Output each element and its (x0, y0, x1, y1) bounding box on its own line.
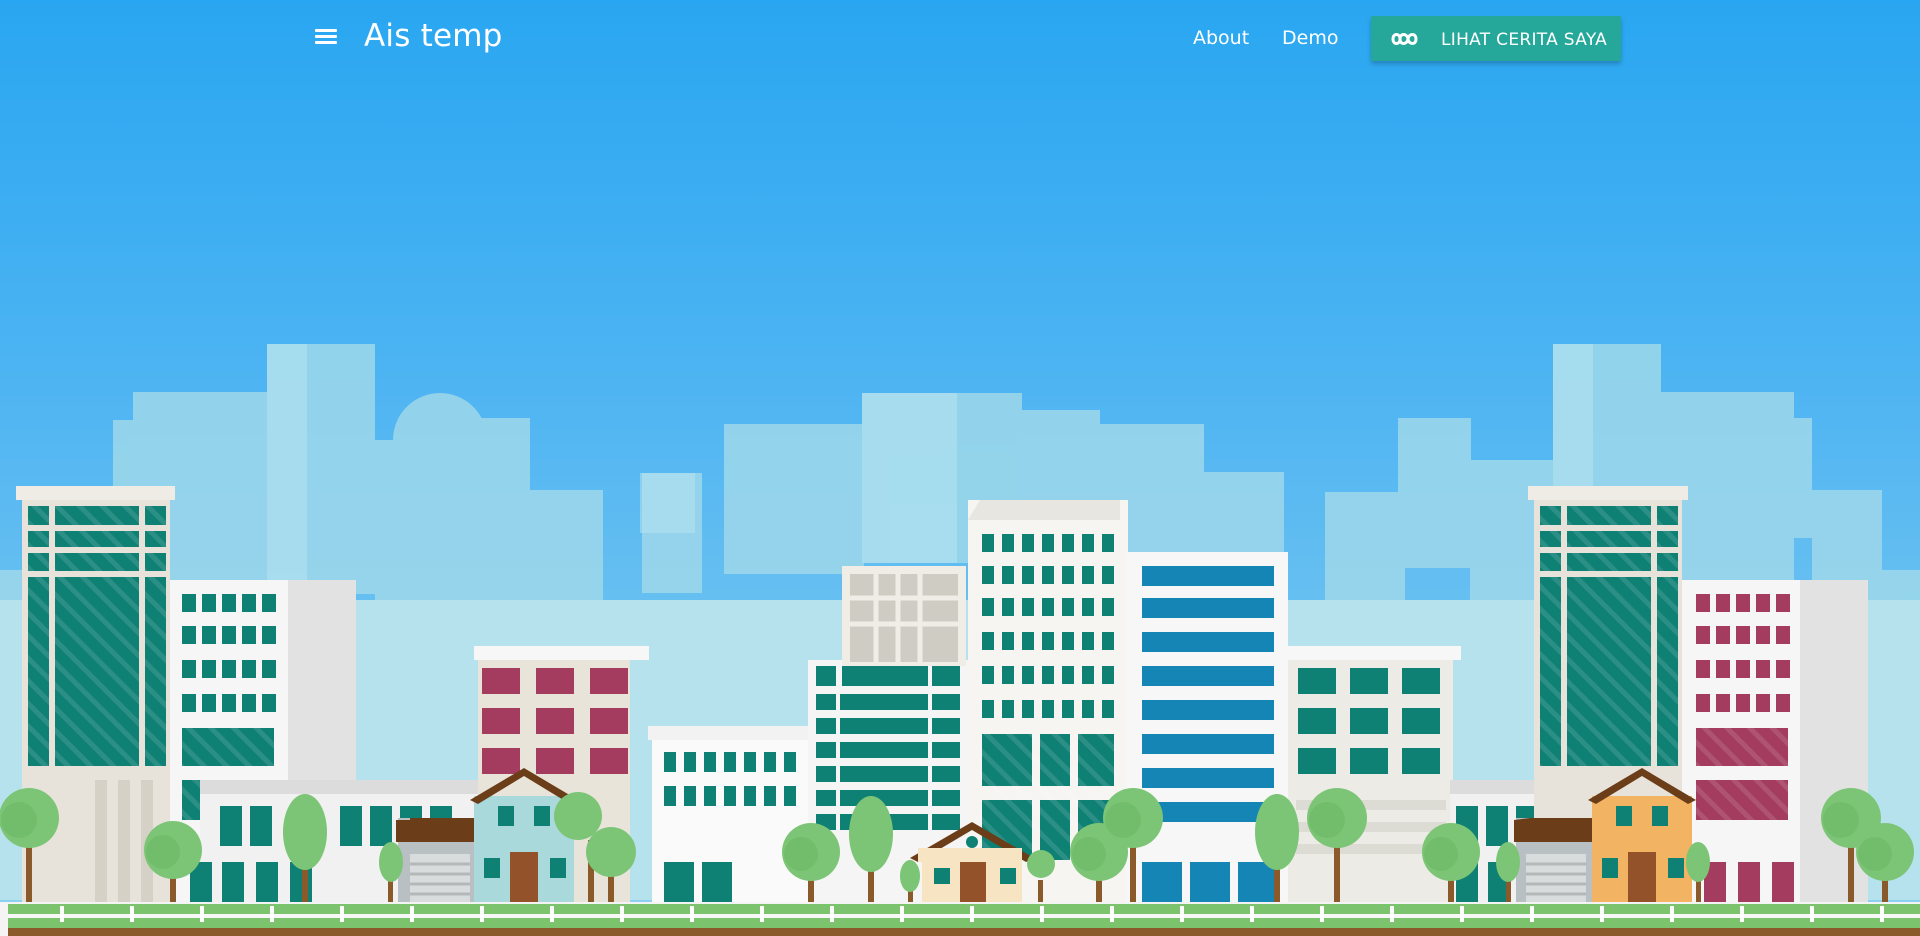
infinity-icon (1391, 33, 1418, 45)
top-navbar: Ais temp About Demo LIHAT CERITA SAYA (0, 0, 1920, 76)
lihat-cerita-saya-button[interactable]: LIHAT CERITA SAYA (1371, 16, 1621, 61)
cta-label: LIHAT CERITA SAYA (1441, 30, 1608, 50)
nav-link-about[interactable]: About (1193, 27, 1249, 49)
beige-building (842, 566, 966, 666)
brand-title[interactable]: Ais temp (364, 18, 503, 54)
ground (0, 902, 1920, 936)
right-crimson-building (1682, 580, 1868, 902)
hamburger-menu-icon[interactable] (313, 24, 339, 50)
nav-link-demo[interactable]: Demo (1282, 27, 1338, 49)
center-left-white-building (648, 726, 811, 902)
city-skyline-illustration (0, 344, 1920, 936)
